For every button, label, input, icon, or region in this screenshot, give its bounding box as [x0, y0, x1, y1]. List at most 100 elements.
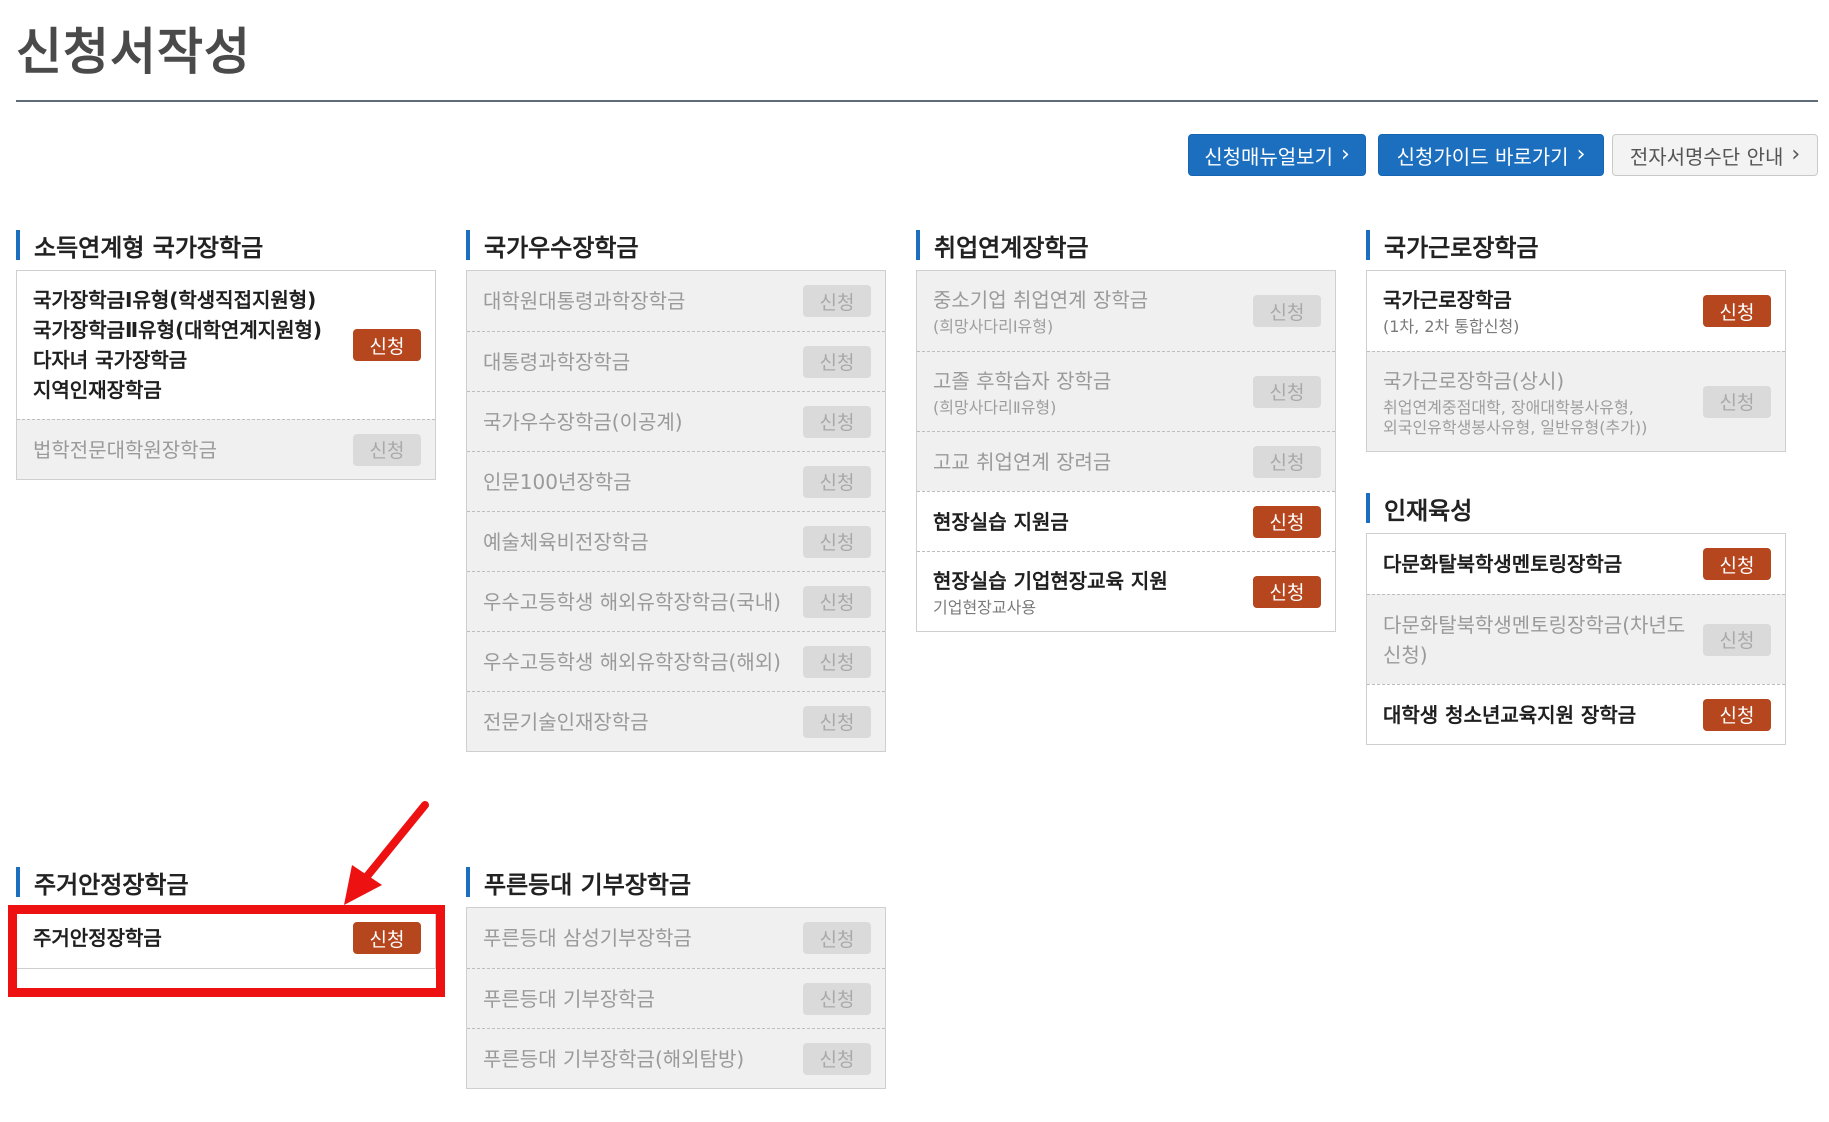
list-item: 전문기술인재장학금 신청	[467, 691, 885, 751]
list-item: 국가근로장학금(상시) 취업연계중점대학, 장애대학봉사유형, 외국인유학생봉사…	[1367, 351, 1785, 451]
section-title: 국가근로장학금	[1366, 230, 1786, 262]
apply-button[interactable]: 신청	[1703, 698, 1771, 731]
apply-button: 신청	[803, 922, 871, 954]
item-label: 국가우수장학금(이공계)	[483, 409, 683, 434]
esign-button[interactable]: 전자서명수단 안내 ›	[1612, 134, 1818, 176]
item-label: 고졸 후학습자 장학금	[933, 368, 1112, 393]
item-sublabel: 취업연계중점대학, 장애대학봉사유형,	[1383, 397, 1634, 417]
list-item: 중소기업 취업연계 장학금 (희망사다리Ⅰ유형) 신청	[917, 271, 1335, 351]
scholarship-list: 다문화탈북학생멘토링장학금 신청 다문화탈북학생멘토링장학금(차년도 신청) 신…	[1366, 533, 1786, 745]
annotation-highlight-box	[8, 905, 445, 997]
apply-button: 신청	[803, 1042, 871, 1075]
chevron-right-icon: ›	[1791, 142, 1801, 167]
manual-button-label: 신청매뉴얼보기	[1204, 144, 1333, 169]
list-item: 국가장학금Ⅰ유형(학생직접지원형) 국가장학금Ⅱ유형(대학연계지원형) 다자녀 …	[17, 271, 435, 419]
section-title: 인재육성	[1366, 493, 1786, 525]
section-income-linked: 소득연계형 국가장학금 국가장학금Ⅰ유형(학생직접지원형) 국가장학금Ⅱ유형(대…	[16, 230, 436, 480]
list-item: 예술체육비전장학금 신청	[467, 511, 885, 571]
apply-button: 신청	[803, 285, 871, 317]
list-item: 국가근로장학금 (1차, 2차 통합신청) 신청	[1367, 271, 1785, 351]
list-item: 인문100년장학금 신청	[467, 451, 885, 511]
list-item: 대통령과학장학금 신청	[467, 331, 885, 391]
item-sublabel: (희망사다리Ⅰ유형)	[933, 317, 1054, 336]
page-title: 신청서작성	[16, 23, 251, 81]
apply-button: 신청	[803, 405, 871, 438]
apply-button[interactable]: 신청	[353, 329, 421, 361]
apply-button[interactable]: 신청	[1703, 295, 1771, 327]
list-item: 고교 취업연계 장려금 신청	[917, 431, 1335, 491]
scholarship-list: 중소기업 취업연계 장학금 (희망사다리Ⅰ유형) 신청 고졸 후학습자 장학금 …	[916, 270, 1336, 632]
section-national-excellence: 국가우수장학금 대학원대통령과학장학금 신청 대통령과학장학금 신청 국가우수장…	[466, 230, 886, 752]
esign-button-label: 전자서명수단 안내	[1629, 144, 1784, 169]
apply-button: 신청	[803, 645, 871, 678]
section-title: 푸른등대 기부장학금	[466, 867, 886, 899]
item-label: 고교 취업연계 장려금	[933, 449, 1112, 474]
list-item: 법학전문대학원장학금 신청	[17, 419, 435, 479]
list-item: 대학원대통령과학장학금 신청	[467, 271, 885, 331]
apply-button: 신청	[803, 982, 871, 1015]
list-item: 푸른등대 기부장학금 신청	[467, 968, 885, 1028]
apply-button: 신청	[353, 433, 421, 466]
item-label: 다문화탈북학생멘토링장학금(차년도	[1383, 612, 1686, 637]
guide-button[interactable]: 신청가이드 바로가기 ›	[1378, 134, 1604, 176]
section-work-study: 국가근로장학금 국가근로장학금 (1차, 2차 통합신청) 신청 국가근로장학금…	[1366, 230, 1786, 452]
section-title: 소득연계형 국가장학금	[16, 230, 436, 262]
item-label: 푸른등대 기부장학금	[483, 986, 655, 1011]
apply-button: 신청	[803, 465, 871, 498]
apply-button: 신청	[803, 585, 871, 618]
apply-button[interactable]: 신청	[1253, 575, 1321, 608]
section-blue-lighthouse: 푸른등대 기부장학금 푸른등대 삼성기부장학금 신청 푸른등대 기부장학금 신청…	[466, 867, 886, 1089]
section-title: 취업연계장학금	[916, 230, 1336, 262]
apply-button: 신청	[1253, 295, 1321, 327]
section-talent-development: 인재육성 다문화탈북학생멘토링장학금 신청 다문화탈북학생멘토링장학금(차년도 …	[1366, 493, 1786, 745]
item-sublabel: (1차, 2차 통합신청)	[1383, 317, 1520, 336]
list-item: 푸른등대 삼성기부장학금 신청	[467, 908, 885, 968]
item-label: 현장실습 지원금	[933, 509, 1069, 534]
chevron-right-icon: ›	[1576, 142, 1586, 167]
apply-button: 신청	[1253, 375, 1321, 408]
apply-button: 신청	[803, 525, 871, 558]
item-label: 우수고등학생 해외유학장학금(해외)	[483, 649, 781, 674]
item-sublabel: (희망사다리Ⅱ유형)	[933, 397, 1057, 417]
item-label: 중소기업 취업연계 장학금	[933, 288, 1149, 312]
item-label: 국가장학금Ⅱ유형(대학연계지원형)	[33, 318, 323, 342]
list-item: 국가우수장학금(이공계) 신청	[467, 391, 885, 451]
item-label: 국가장학금Ⅰ유형(학생직접지원형)	[33, 288, 317, 312]
list-item: 우수고등학생 해외유학장학금(국내) 신청	[467, 571, 885, 631]
scholarship-list: 푸른등대 삼성기부장학금 신청 푸른등대 기부장학금 신청 푸른등대 기부장학금…	[466, 907, 886, 1089]
item-label: 전문기술인재장학금	[483, 709, 649, 734]
item-label: 푸른등대 기부장학금(해외탐방)	[483, 1046, 745, 1071]
item-label: 우수고등학생 해외유학장학금(국내)	[483, 589, 781, 614]
scholarship-list: 국가근로장학금 (1차, 2차 통합신청) 신청 국가근로장학금(상시) 취업연…	[1366, 270, 1786, 452]
item-label: 대학원대통령과학장학금	[483, 289, 686, 313]
apply-button: 신청	[803, 705, 871, 738]
annotation-arrow-icon	[344, 801, 429, 905]
list-item: 대학생 청소년교육지원 장학금 신청	[1367, 684, 1785, 744]
list-item: 다문화탈북학생멘토링장학금 신청	[1367, 534, 1785, 594]
item-label: 푸른등대 삼성기부장학금	[483, 926, 692, 950]
list-item: 현장실습 지원금 신청	[917, 491, 1335, 551]
section-employment-linked: 취업연계장학금 중소기업 취업연계 장학금 (희망사다리Ⅰ유형) 신청 고졸 후…	[916, 230, 1336, 632]
scholarship-list: 국가장학금Ⅰ유형(학생직접지원형) 국가장학금Ⅱ유형(대학연계지원형) 다자녀 …	[16, 270, 436, 480]
section-title: 국가우수장학금	[466, 230, 886, 262]
item-label: 국가근로장학금(상시)	[1383, 368, 1565, 393]
guide-button-label: 신청가이드 바로가기	[1396, 144, 1569, 169]
item-label: 인문100년장학금	[483, 469, 632, 494]
item-label: 다문화탈북학생멘토링장학금	[1383, 552, 1623, 576]
list-item: 고졸 후학습자 장학금 (희망사다리Ⅱ유형) 신청	[917, 351, 1335, 431]
item-sublabel: 기업현장교사용	[933, 597, 1037, 617]
list-item: 푸른등대 기부장학금(해외탐방) 신청	[467, 1028, 885, 1088]
item-label: 대학생 청소년교육지원 장학금	[1383, 702, 1637, 727]
manual-button[interactable]: 신청매뉴얼보기 ›	[1188, 134, 1366, 176]
apply-button[interactable]: 신청	[1703, 548, 1771, 580]
scholarship-list: 대학원대통령과학장학금 신청 대통령과학장학금 신청 국가우수장학금(이공계) …	[466, 270, 886, 752]
list-item: 우수고등학생 해외유학장학금(해외) 신청	[467, 631, 885, 691]
apply-button: 신청	[1703, 623, 1771, 656]
apply-button[interactable]: 신청	[1253, 505, 1321, 538]
list-item: 현장실습 기업현장교육 지원 기업현장교사용 신청	[917, 551, 1335, 631]
list-item: 다문화탈북학생멘토링장학금(차년도 신청) 신청	[1367, 594, 1785, 684]
item-label: 다자녀 국가장학금	[33, 348, 188, 372]
apply-button: 신청	[1253, 445, 1321, 478]
apply-button: 신청	[1703, 385, 1771, 418]
item-label: 국가근로장학금	[1383, 288, 1512, 312]
